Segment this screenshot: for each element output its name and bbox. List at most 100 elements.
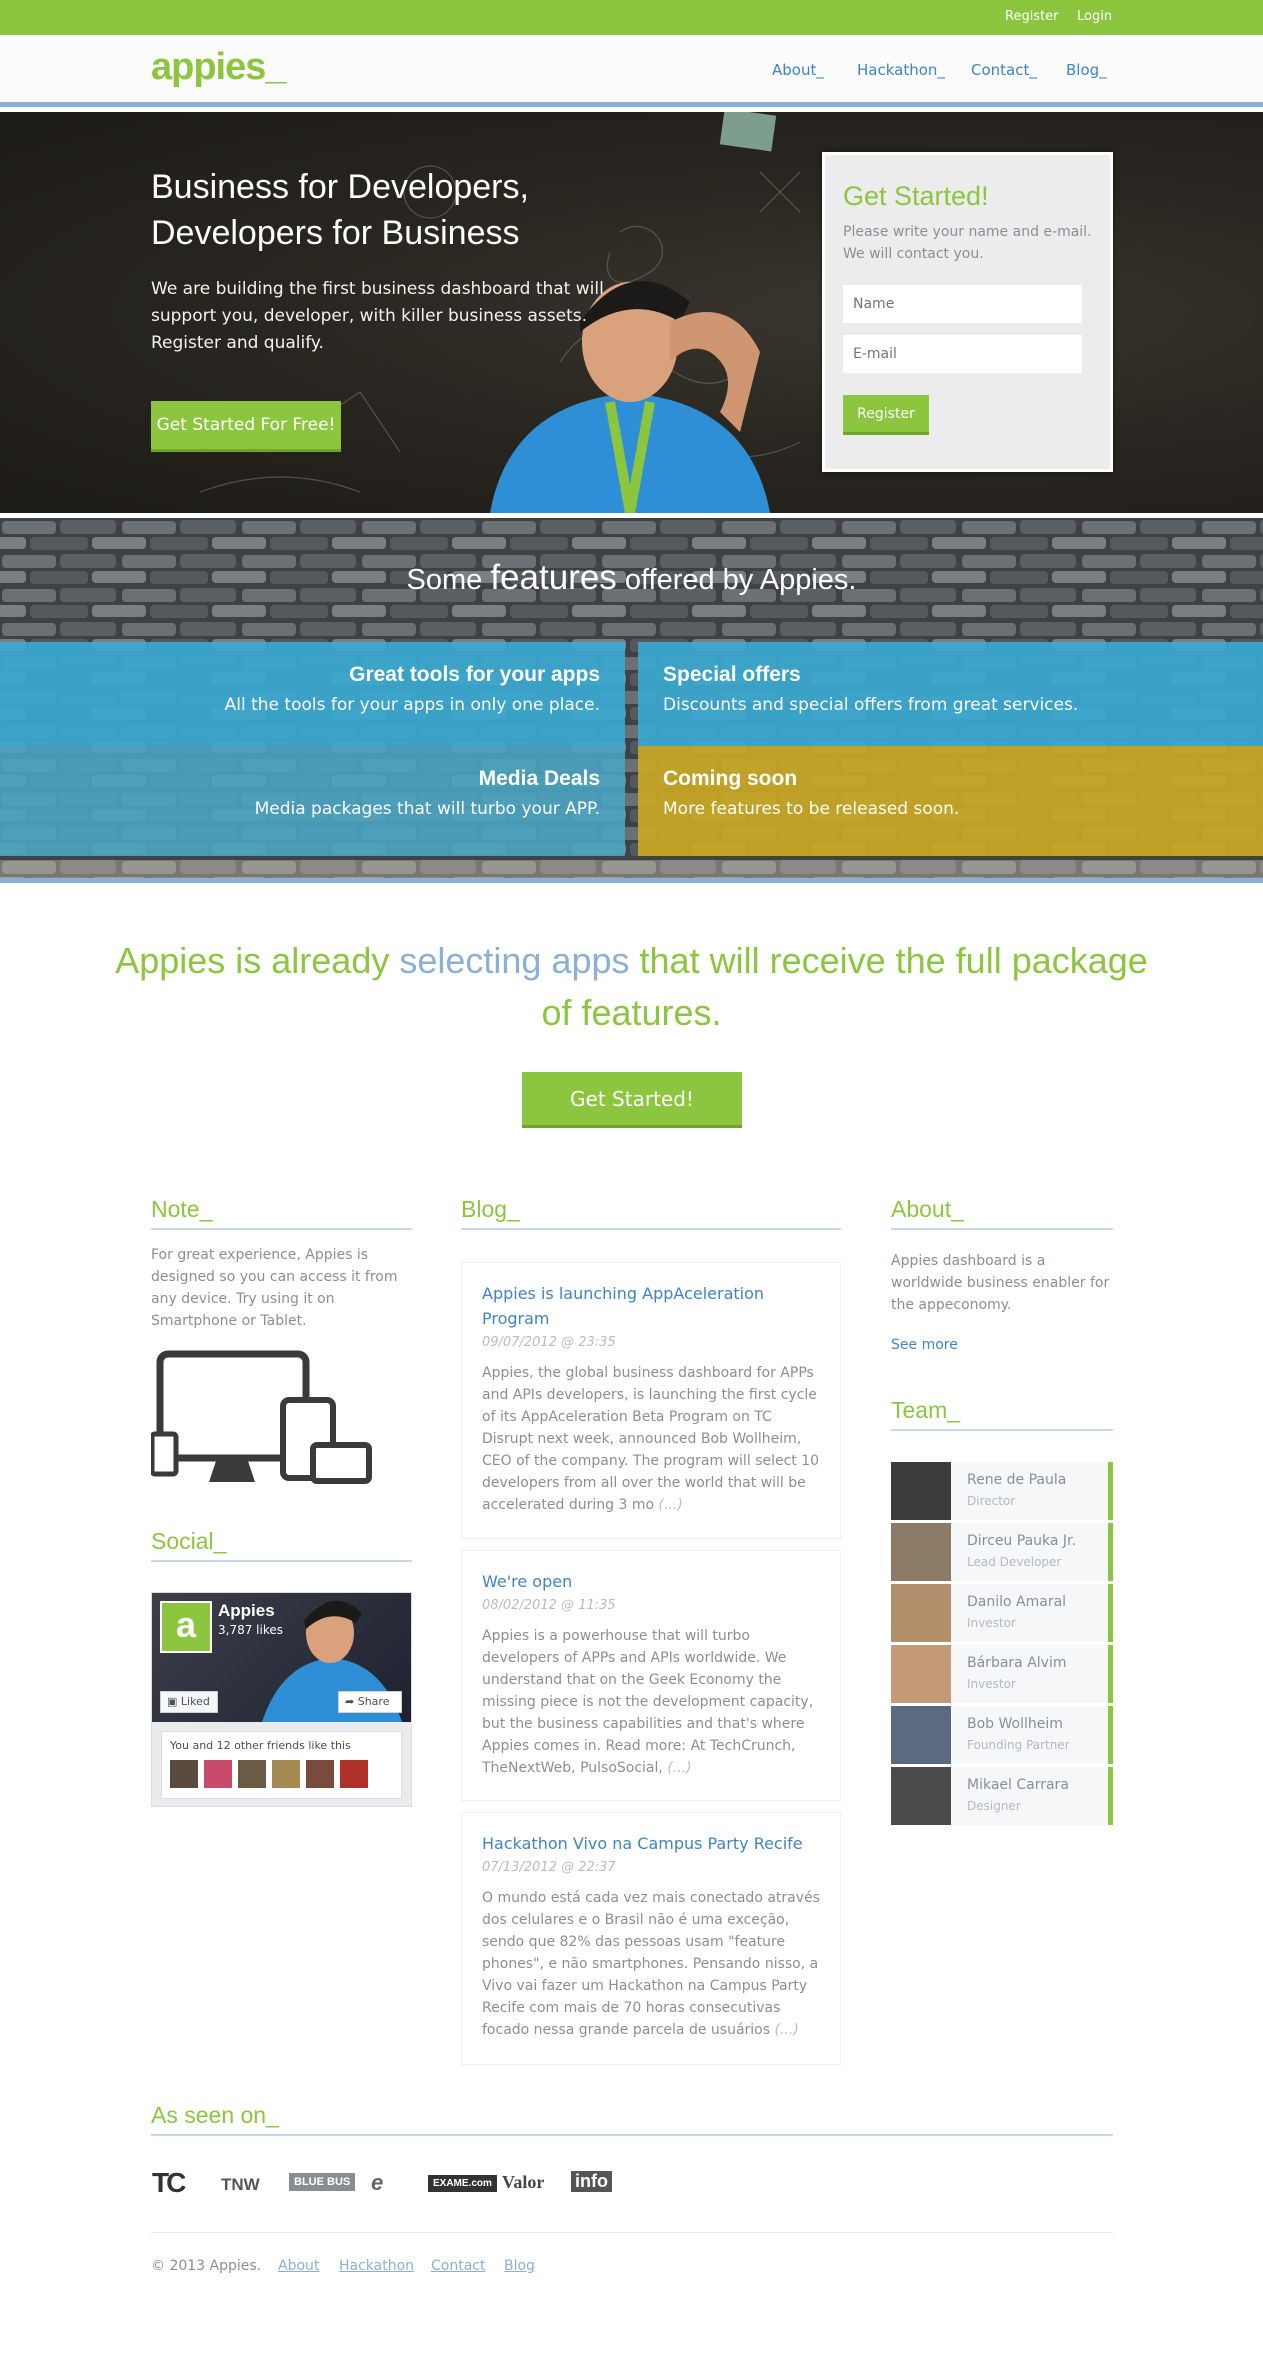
feature-offers: Special offers Discounts and special off… [638, 642, 1263, 746]
friend-avatar[interactable] [340, 1760, 368, 1788]
login-link[interactable]: Login [1077, 9, 1112, 24]
main-nav: appies_ About_ Hackathon_ Contact_ Blog_ [0, 35, 1263, 107]
footer-hackathon-link[interactable]: Hackathon [339, 2258, 414, 2274]
hero-title: Business for Developers, Developers for … [151, 168, 529, 252]
info-logo[interactable]: info [571, 2171, 612, 2192]
social-divider [151, 1560, 412, 1562]
blog-post-body: O mundo está cada vez mais conectado atr… [482, 1890, 820, 2038]
signup-card: Get Started! Please write your name and … [822, 152, 1113, 472]
nav-contact[interactable]: Contact_ [971, 61, 1037, 79]
get-started-button[interactable]: Get Started! [522, 1072, 742, 1128]
cta-text-a: Appies is already [115, 940, 390, 981]
valor-logo[interactable]: Valor [502, 2172, 544, 2193]
note-divider [151, 1228, 412, 1230]
tnw-logo[interactable]: TNW [221, 2175, 260, 2195]
signup-title: Get Started! [843, 181, 989, 211]
team-member[interactable]: Danilo Amaral Investor [891, 1584, 1113, 1642]
features-title-big: features [490, 558, 617, 597]
features-section: Some features offered by Appies. Great t… [0, 518, 1263, 883]
footer-contact-link[interactable]: Contact [431, 2258, 485, 2274]
name-input[interactable] [843, 285, 1082, 323]
team-member[interactable]: Bob Wollheim Founding Partner [891, 1706, 1113, 1764]
blog-post-text: O mundo está cada vez mais conectado atr… [482, 1887, 822, 2041]
footer-about-link[interactable]: About [278, 2258, 319, 2274]
blog-post: We're open 08/02/2012 @ 11:35 Appies is … [461, 1550, 841, 1801]
read-more-link[interactable]: (...) [775, 2022, 799, 2038]
friend-avatar[interactable] [272, 1760, 300, 1788]
get-started-free-button[interactable]: Get Started For Free! [151, 401, 341, 452]
blog-post-text: Appies, the global business dashboard fo… [482, 1362, 822, 1516]
about-divider [891, 1228, 1113, 1230]
note-title: Note_ [151, 1196, 213, 1222]
team-member[interactable]: Bárbara Alvim Investor [891, 1645, 1113, 1703]
team-member[interactable]: Dirceu Pauka Jr. Lead Developer [891, 1523, 1113, 1581]
feature-tools: Great tools for your apps All the tools … [0, 642, 625, 746]
e-logo[interactable]: e [371, 2170, 383, 2196]
footer-divider [151, 2232, 1113, 2233]
member-role: Lead Developer [967, 1555, 1062, 1569]
fb-likes: 3,787 likes [218, 1623, 283, 1637]
blog-post-date: 07/13/2012 @ 22:37 [482, 1860, 616, 1875]
friend-avatar[interactable] [238, 1760, 266, 1788]
blog-post: Appies is launching AppAceleration Progr… [461, 1262, 841, 1539]
about-text: Appies dashboard is a worldwide business… [891, 1253, 1110, 1313]
feature-text: All the tools for your apps in only one … [224, 695, 600, 715]
fb-liked-label: Liked [180, 1695, 210, 1708]
feature-text: Discounts and special offers from great … [663, 695, 1079, 715]
blog-post-title[interactable]: Appies is launching AppAceleration Progr… [482, 1281, 802, 1331]
blog-post-title[interactable]: We're open [482, 1569, 802, 1594]
feature-text: Media packages that will turbo your APP. [254, 799, 600, 819]
read-more-link[interactable]: (...) [667, 1760, 691, 1776]
footer-blog-link[interactable]: Blog [504, 2258, 535, 2274]
thumbs-up-icon: ▣ [167, 1695, 181, 1708]
feature-title: Media Deals [478, 767, 600, 790]
friend-avatar[interactable] [170, 1760, 198, 1788]
about-title: About_ [891, 1196, 964, 1222]
member-name: Rene de Paula [967, 1472, 1067, 1488]
read-more-link[interactable]: (...) [659, 1497, 683, 1513]
team-member[interactable]: Mikael Carrara Designer [891, 1767, 1113, 1825]
blog-post-title[interactable]: Hackathon Vivo na Campus Party Recife [482, 1831, 822, 1856]
appies-logo-icon: a [160, 1601, 212, 1653]
avatar [891, 1645, 951, 1703]
feature-title: Special offers [663, 663, 801, 686]
logo[interactable]: appies_ [151, 46, 287, 89]
avatar [891, 1767, 951, 1825]
friend-avatar[interactable] [204, 1760, 232, 1788]
features-title-pre: Some [406, 564, 483, 596]
fb-liked-button[interactable]: ▣ Liked [160, 1691, 218, 1713]
fb-friends-text: You and 12 other friends like this [170, 1739, 351, 1752]
exame-logo[interactable]: EXAME.com [428, 2175, 497, 2192]
team-divider [891, 1429, 1113, 1431]
facebook-widget: a Appies 3,787 likes ▣ Liked ➦ Share You… [151, 1592, 412, 1807]
avatar [891, 1523, 951, 1581]
member-name: Bob Wollheim [967, 1716, 1063, 1732]
register-link[interactable]: Register [1005, 9, 1059, 24]
cta-text-highlight: selecting apps [399, 940, 630, 981]
friend-avatar[interactable] [306, 1760, 334, 1788]
member-name: Mikael Carrara [967, 1777, 1069, 1793]
bluebus-logo[interactable]: BLUE BUS [289, 2173, 356, 2191]
member-role: Designer [967, 1799, 1021, 1813]
nav-blog[interactable]: Blog_ [1066, 61, 1107, 79]
techcrunch-logo[interactable]: TC [152, 2167, 186, 2199]
see-more-link[interactable]: See more [891, 1337, 958, 1353]
nav-about[interactable]: About_ [772, 61, 824, 79]
email-input[interactable] [843, 335, 1082, 373]
fb-share-button[interactable]: ➦ Share [338, 1691, 402, 1713]
member-name: Danilo Amaral [967, 1594, 1067, 1610]
team-member[interactable]: Rene de Paula Director [891, 1462, 1113, 1520]
blog-post-body: Appies is a powerhouse that will turbo d… [482, 1628, 814, 1776]
avatar [891, 1584, 951, 1642]
social-title: Social_ [151, 1528, 227, 1554]
register-button[interactable]: Register [843, 395, 929, 435]
features-title: Some features offered by Appies. [0, 558, 1263, 598]
blog-post-date: 09/07/2012 @ 23:35 [482, 1335, 616, 1350]
top-bar: Register Login [0, 0, 1263, 35]
team-title: Team_ [891, 1397, 961, 1423]
cta-text: Appies is already selecting apps that wi… [100, 935, 1163, 1039]
nav-hackathon[interactable]: Hackathon_ [857, 61, 945, 79]
feature-coming-soon: Coming soon More features to be released… [638, 746, 1263, 856]
feature-title: Coming soon [663, 767, 798, 790]
fb-page-name[interactable]: Appies [218, 1601, 275, 1621]
